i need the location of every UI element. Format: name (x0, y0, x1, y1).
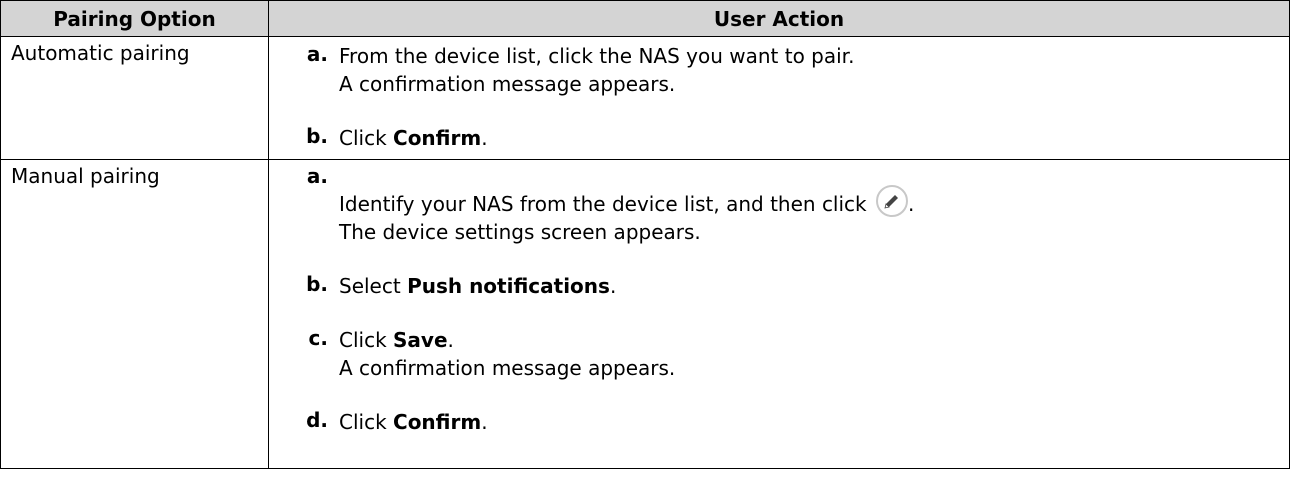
step-item: b. Click Confirm. (300, 124, 1289, 152)
step-letter: a. (306, 42, 328, 66)
step-item: a. Identify your NAS from the device lis… (300, 164, 1289, 246)
step-letter: b. (306, 272, 328, 296)
step-result: A confirmation message appears. (339, 72, 676, 96)
keyword-push-notifications: Push notifications (407, 274, 610, 298)
keyword-confirm: Confirm (393, 126, 482, 150)
step-letter: c. (308, 326, 328, 350)
option-cell: Manual pairing (0, 159, 269, 469)
step-letter: d. (306, 408, 328, 432)
step-text: Click Save. (339, 326, 1289, 354)
step-prefix: Click (339, 410, 394, 434)
step-suffix: . (908, 192, 915, 216)
step-text: From the device list, click the NAS you … (339, 44, 855, 68)
header-pairing-option: Pairing Option (0, 0, 269, 37)
step-prefix: Click (339, 328, 394, 352)
step-text: Identify your NAS from the device list, … (339, 164, 1289, 218)
step-list: a. Identify your NAS from the device lis… (269, 160, 1289, 436)
keyword-save: Save (393, 328, 448, 352)
step-prefix: Click (339, 126, 394, 150)
step-item: d. Click Confirm. (300, 408, 1289, 436)
table-header-row: Pairing Option User Action (0, 0, 1290, 37)
option-cell: Automatic pairing (0, 36, 269, 160)
step-result: A confirmation message appears. (339, 356, 676, 380)
header-user-action: User Action (268, 0, 1290, 37)
step-item: a. From the device list, click the NAS y… (300, 42, 1289, 98)
step-text: Click Confirm. (339, 408, 1289, 436)
edit-pencil-icon (876, 185, 908, 217)
step-suffix: . (447, 328, 454, 352)
step-letter: a. (306, 164, 328, 188)
step-suffix: . (481, 410, 488, 434)
table-row-manual-pairing: Manual pairing a. Identify your NAS from… (0, 159, 1290, 469)
step-letter: b. (306, 124, 328, 148)
step-result: The device settings screen appears. (339, 220, 701, 244)
step-text: Click Confirm. (339, 124, 1289, 152)
action-cell: a. Identify your NAS from the device lis… (268, 159, 1290, 469)
pairing-options-table: Pairing Option User Action Automatic pai… (0, 0, 1290, 469)
step-suffix: . (609, 274, 617, 298)
step-text: Select Push notifications. (339, 272, 1289, 300)
step-item: b. Select Push notifications. (300, 272, 1289, 300)
step-prefix: Select (339, 274, 408, 298)
action-cell: a. From the device list, click the NAS y… (268, 36, 1290, 160)
step-instruction: Identify your NAS from the device list, … (339, 192, 867, 216)
step-item: c. Click Save. A confirmation message ap… (300, 326, 1289, 382)
table-row-automatic-pairing: Automatic pairing a. From the device lis… (0, 36, 1290, 160)
step-list: a. From the device list, click the NAS y… (269, 37, 1289, 152)
keyword-confirm: Confirm (393, 410, 482, 434)
step-suffix: . (481, 126, 488, 150)
